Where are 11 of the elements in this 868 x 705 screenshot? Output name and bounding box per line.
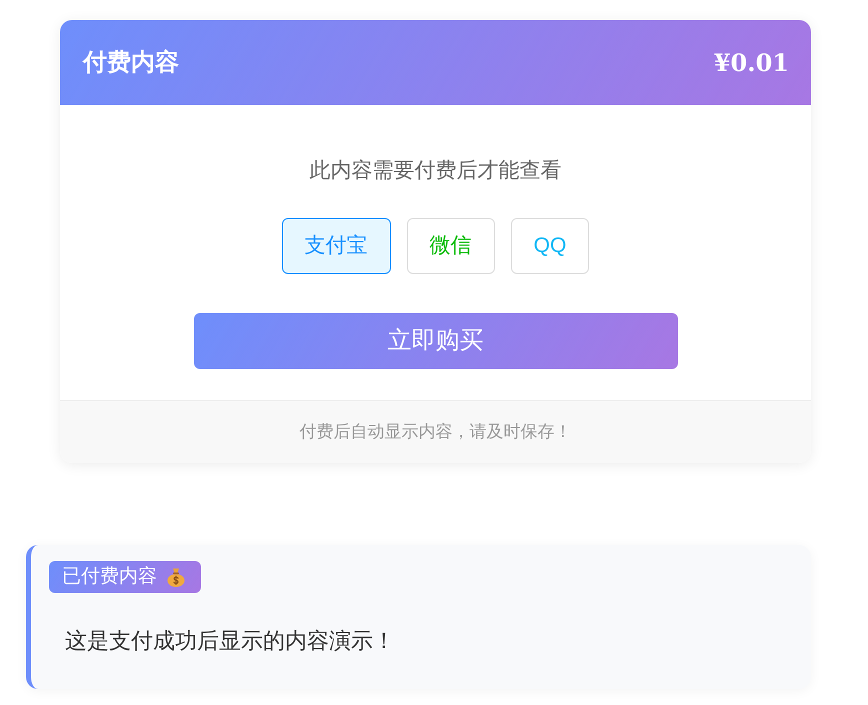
card-title: 付费内容	[83, 48, 179, 78]
payment-option[interactable]: 微信	[406, 218, 495, 274]
payment-option[interactable]: QQ	[510, 218, 590, 274]
price: ¥0.01	[714, 46, 789, 78]
buy-button[interactable]: 立即购买	[194, 313, 678, 369]
footer-note: 付费后自动显示内容，请及时保存！	[300, 421, 572, 443]
paywall-notice: 此内容需要付费后才能查看	[310, 158, 562, 184]
money-bag-icon	[167, 567, 185, 587]
payment-option[interactable]: 支付宝	[282, 218, 391, 274]
paid-content-text: 这是支付成功后显示的内容演示！	[65, 627, 395, 655]
badge-label: 已付费内容	[62, 565, 157, 589]
